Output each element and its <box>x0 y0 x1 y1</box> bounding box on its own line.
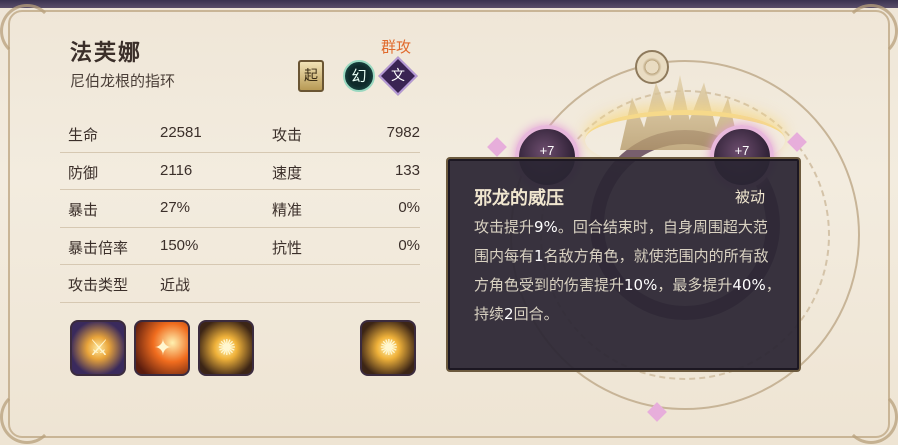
desc-highlight: 10% <box>624 276 658 294</box>
stat-label: 防御 <box>68 163 99 182</box>
frame-corner-ornament <box>0 390 54 444</box>
sun-emblem-icon <box>635 50 669 84</box>
stats-table: 生命 22581 攻击 7982 防御 2116 速度 133 暴击 27% 精… <box>60 115 420 303</box>
class-diamond-label: 文 <box>391 68 405 84</box>
stat-label: 速度 <box>272 163 303 182</box>
desc-highlight: 2 <box>504 305 514 323</box>
hero-detail-screen: +7 +7 法芙娜 尼伯龙根的指环 群攻 起 幻 文 生命 22581 攻击 7… <box>0 0 898 445</box>
desc-highlight: 40% <box>732 276 766 294</box>
stat-row: 暴击 27% 精准 0% <box>60 190 420 228</box>
stat-row: 攻击类型 近战 <box>60 265 420 303</box>
stat-label: 抗性 <box>272 238 303 257</box>
skill-fire-slash-button[interactable]: ✦ <box>134 320 190 376</box>
attack-range-tag: 群攻 <box>381 38 412 56</box>
stat-row: 防御 2116 速度 133 <box>60 153 420 190</box>
tooltip-description: 攻击提升9%。回合结束时，自身周围超大范围内每有1名敌方角色，就使范围内的所有敌… <box>474 213 782 329</box>
axe-slash-icon: ⚔ <box>89 336 109 361</box>
stat-row: 暴击倍率 150% 抗性 0% <box>60 228 420 265</box>
stat-label: 精准 <box>272 201 303 219</box>
stat-label: 生命 <box>68 126 99 144</box>
desc-highlight: 1 <box>534 247 544 265</box>
stat-value: 2116 <box>160 161 193 179</box>
frame-corner-ornament <box>0 4 54 58</box>
stat-label: 暴击倍率 <box>68 238 129 257</box>
fire-slash-icon: ✦ <box>153 336 173 361</box>
stat-value: 133 <box>394 161 420 179</box>
tooltip-title: 邪龙的威压 <box>474 188 564 209</box>
stat-label: 攻击类型 <box>68 276 129 294</box>
desc-text: 回合。 <box>513 305 559 323</box>
pink-diamond-ornament <box>487 137 507 157</box>
skill-tooltip: 邪龙的威压 被动 攻击提升9%。回合结束时，自身周围超大范围内每有1名敌方角色，… <box>446 157 801 372</box>
character-subtitle: 尼伯龙根的指环 <box>70 72 176 90</box>
desc-highlight: 9% <box>534 218 558 236</box>
stat-value: 7982 <box>386 124 420 141</box>
stat-value: 150% <box>160 236 199 254</box>
rarity-book-icon[interactable]: 起 <box>298 60 324 92</box>
stat-value: 近战 <box>160 277 191 294</box>
desc-text: 攻击提升 <box>474 218 535 236</box>
top-bar <box>0 0 898 8</box>
dragon-aura-passive-icon: ✺ <box>379 336 399 361</box>
character-name: 法芙娜 <box>70 40 143 66</box>
element-circle-icon[interactable]: 幻 <box>343 60 375 92</box>
slot-level: +7 <box>734 143 750 158</box>
dragon-aura-icon: ✺ <box>217 336 237 361</box>
desc-text: ，最多提升 <box>657 276 733 294</box>
stat-row: 生命 22581 攻击 7982 <box>60 115 420 153</box>
stat-value: 27% <box>160 199 191 216</box>
stat-label: 暴击 <box>68 201 99 219</box>
slot-level: +7 <box>539 143 555 158</box>
stat-value: 22581 <box>160 124 202 141</box>
skill-axe-slash-button[interactable]: ⚔ <box>70 320 126 376</box>
skill-dragon-aura-button[interactable]: ✺ <box>198 320 254 376</box>
tooltip-skill-type: 被动 <box>734 188 765 206</box>
stat-value: 0% <box>398 199 420 216</box>
skill-passive-button[interactable]: ✺ <box>360 320 416 376</box>
stat-label: 攻击 <box>272 126 303 144</box>
stat-value: 0% <box>398 236 420 254</box>
